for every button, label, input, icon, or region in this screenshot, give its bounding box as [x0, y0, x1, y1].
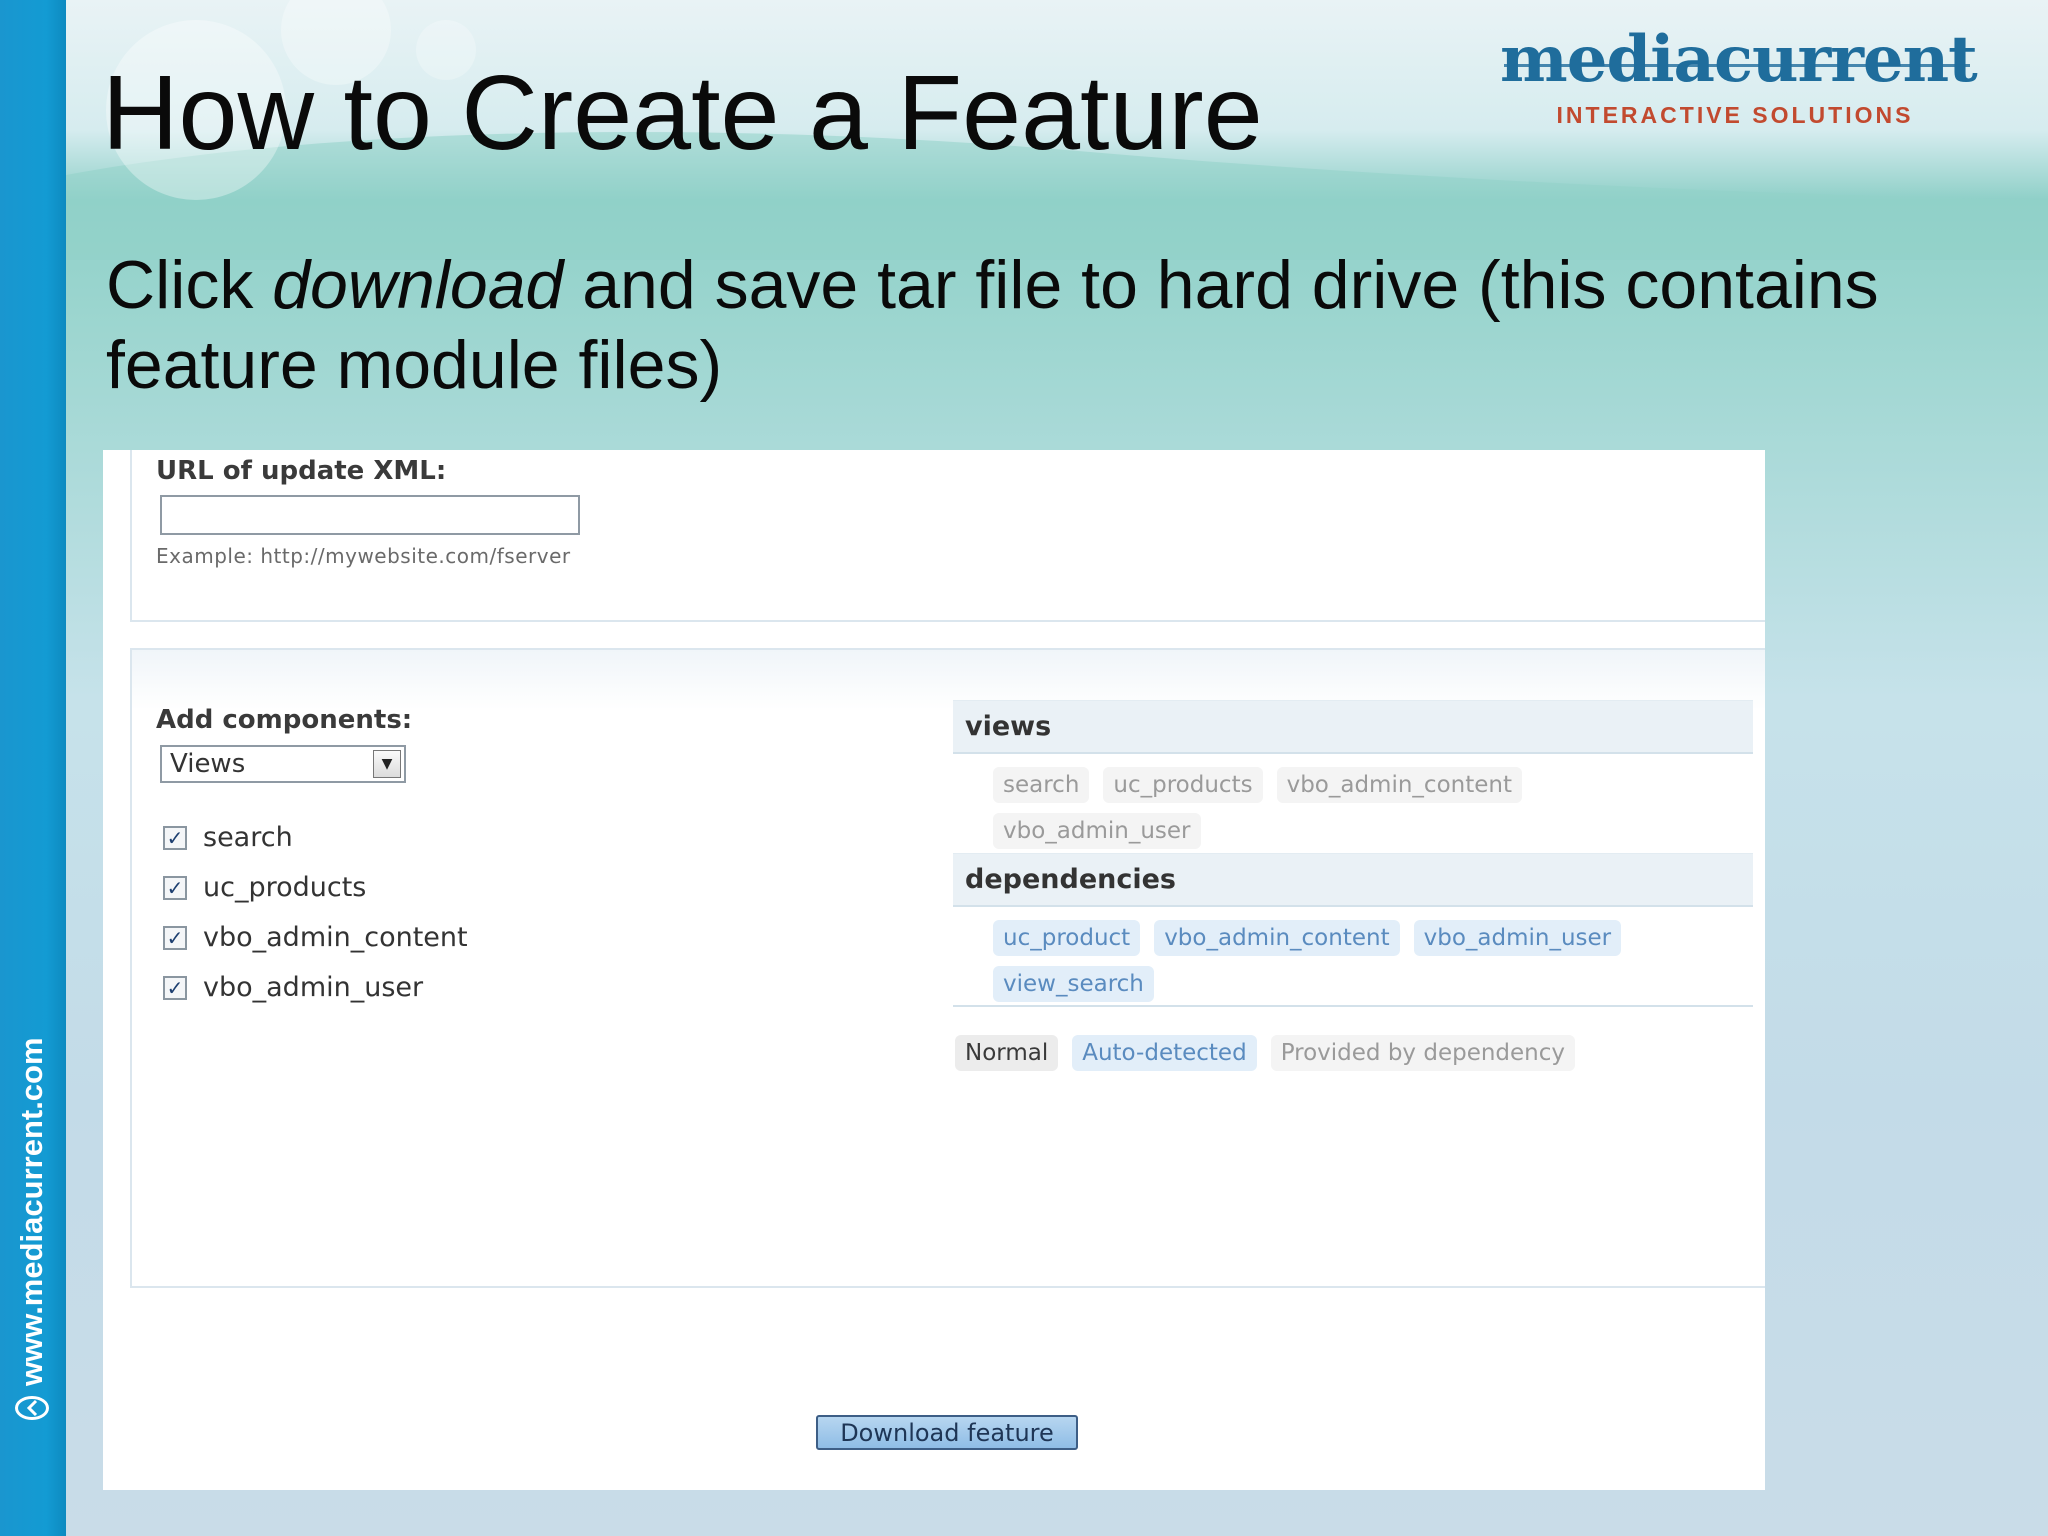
checkbox-row[interactable]: ✓ search — [163, 822, 293, 853]
chip-dependency-item: uc_product — [993, 920, 1141, 956]
divider — [953, 1005, 1753, 1007]
checkbox-checked-icon[interactable]: ✓ — [163, 875, 187, 900]
checkbox-label: vbo_admin_content — [203, 922, 468, 953]
subtitle-emphasis: download — [272, 247, 564, 323]
slide-title: How to Create a Feature — [102, 54, 1263, 172]
checkbox-row[interactable]: ✓ vbo_admin_user — [163, 972, 423, 1003]
checkbox-checked-icon[interactable]: ✓ — [163, 975, 187, 1000]
components-select[interactable]: Views ▼ — [160, 745, 406, 783]
logo-wordmark: mediacurrent — [1500, 22, 1978, 97]
chevron-up-icon — [15, 1396, 49, 1420]
views-heading: views — [953, 700, 1753, 754]
site-url-text: www.mediacurrent.com — [14, 1037, 49, 1386]
features-form-screenshot: URL of update XML: Example: http://myweb… — [103, 450, 1765, 1490]
chip-views-item: vbo_admin_user — [993, 813, 1201, 849]
dependencies-heading: dependencies — [953, 853, 1753, 907]
components-select-value: Views — [170, 749, 246, 779]
chip-views-item: uc_products — [1103, 767, 1263, 803]
component-legend: Normal Auto-detected Provided by depende… — [955, 1035, 1576, 1071]
chip-dependency-item: view_search — [993, 966, 1154, 1002]
legend-auto-detected: Auto-detected — [1072, 1035, 1257, 1071]
checkbox-label: uc_products — [203, 872, 367, 903]
checkbox-checked-icon[interactable]: ✓ — [163, 825, 187, 850]
legend-provided-by-dependency: Provided by dependency — [1270, 1035, 1576, 1071]
checkbox-label: search — [203, 822, 293, 853]
chip-dependency-item: vbo_admin_user — [1413, 920, 1622, 956]
site-url-vertical: www.mediacurrent.com — [14, 1037, 50, 1420]
components-label: Add components: — [156, 705, 413, 735]
chip-dependency-item: vbo_admin_content — [1154, 920, 1400, 956]
url-description: Example: http://mywebsite.com/fserver — [156, 544, 571, 568]
mediacurrent-logo: mediacurrent INTERACTIVE SOLUTIONS — [1500, 22, 1978, 138]
checkbox-label: vbo_admin_user — [203, 972, 424, 1003]
dependencies-chip-list: uc_product vbo_admin_content vbo_admin_u… — [993, 920, 1673, 1002]
checkbox-row[interactable]: ✓ uc_products — [163, 872, 366, 903]
download-feature-button[interactable]: Download feature — [816, 1415, 1078, 1450]
dropdown-arrow-icon[interactable]: ▼ — [373, 750, 401, 778]
logo-tagline: INTERACTIVE SOLUTIONS — [1556, 102, 1914, 128]
url-label: URL of update XML: — [156, 456, 447, 486]
subtitle-text-1: Click — [106, 247, 273, 323]
slide-subtitle: Click download and save tar file to hard… — [106, 245, 1966, 405]
legend-normal: Normal — [955, 1035, 1059, 1071]
url-update-xml-input[interactable] — [160, 495, 580, 535]
chip-views-item: vbo_admin_content — [1276, 767, 1522, 803]
checkbox-row[interactable]: ✓ vbo_admin_content — [163, 922, 468, 953]
checkbox-checked-icon[interactable]: ✓ — [163, 925, 187, 950]
views-chip-list: search uc_products vbo_admin_content vbo… — [993, 767, 1673, 849]
chip-views-item: search — [993, 767, 1090, 803]
